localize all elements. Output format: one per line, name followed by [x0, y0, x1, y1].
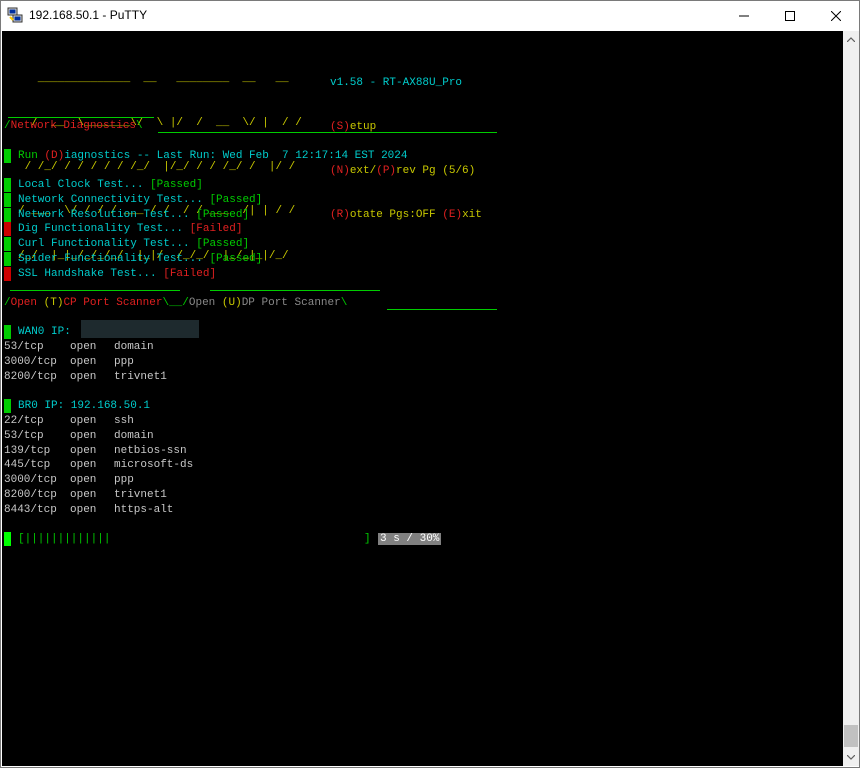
port-service: https-alt [114, 503, 174, 516]
chevron-down-icon [847, 755, 855, 760]
section-top-rule [8, 117, 154, 118]
br-status-bar [4, 399, 11, 413]
test-status-bar [4, 266, 11, 281]
status-bar [4, 149, 11, 163]
test-line: SSL Handshake Test... [Failed] [18, 267, 216, 282]
test-status-bar [4, 192, 11, 207]
test-result: [Failed] [189, 223, 243, 236]
test-line: Curl Functionality Test... [Passed] [18, 237, 249, 252]
test-name: Network Resolution Test... [18, 208, 190, 221]
port-service: ppp [114, 355, 134, 368]
port-port: 53/tcp [4, 429, 44, 442]
test-result: [Failed] [163, 267, 217, 280]
test-result: [Passed] [150, 179, 203, 191]
title-bar[interactable]: 192.168.50.1 - PuTTY [1, 1, 859, 30]
port-service: microsoft-ds [114, 459, 194, 472]
version-line: v1.58 - RT-AX88U_Pro [330, 76, 463, 89]
chevron-up-icon [847, 37, 855, 42]
minimize-button[interactable] [721, 1, 767, 30]
scroll-up-button[interactable] [843, 31, 859, 48]
test-line: Spider Functionality Test... [Passed] [18, 252, 262, 267]
port-service: domain [114, 341, 154, 353]
run-diagnostics-line[interactable]: Run (D)iagnostics -- Last Run: Wed Feb 7… [18, 149, 407, 164]
port-port: 3000/tcp [4, 355, 57, 368]
diagnostics-header: /Network Diagnostics\ [4, 120, 143, 132]
udp-tab-rule [210, 290, 380, 291]
maximize-icon [785, 10, 795, 21]
test-status-bar [4, 222, 11, 237]
port-port: 139/tcp [4, 444, 51, 457]
port-service: ssh [114, 415, 134, 427]
test-status-bar [4, 251, 11, 266]
window-title: 192.168.50.1 - PuTTY [29, 8, 148, 22]
port-port: 8443/tcp [4, 503, 57, 516]
test-name: SSL Handshake Test... [18, 267, 157, 280]
scanner-tabs: /Open (T)CP Port Scanner\__/Open (U)DP P… [4, 297, 348, 309]
tabs-bottom-rule [387, 309, 497, 310]
wan-status-bar [4, 325, 11, 339]
br-ip-label: BR0 IP: 192.168.50.1 [18, 400, 151, 412]
close-icon [831, 10, 841, 21]
tab-udp-scanner[interactable]: Open (U)DP Port Scanner [189, 297, 341, 309]
test-result: [Passed] [209, 252, 263, 265]
section-bottom-rule [158, 132, 497, 133]
test-name: Spider Functionality Test... [18, 252, 203, 265]
port-state: open [70, 415, 97, 427]
test-name: Curl Functionality Test... [18, 238, 190, 250]
port-state: open [70, 488, 97, 501]
port-state: open [70, 474, 97, 486]
test-line: Local Clock Test... [Passed] [18, 178, 203, 193]
port-service: trivnet1 [114, 488, 167, 501]
scroll-thumb[interactable] [844, 725, 858, 747]
test-line: Dig Functionality Test... [Failed] [18, 222, 242, 237]
maximize-button[interactable] [767, 1, 813, 30]
progress-indicator [4, 532, 11, 546]
port-port: 22/tcp [4, 415, 44, 427]
vertical-scrollbar[interactable] [843, 31, 859, 766]
progress-label: 3 s / 30% [378, 533, 442, 545]
wan-ip-label: WAN0 IP: [18, 326, 71, 338]
port-port: 8200/tcp [4, 488, 57, 501]
tcp-tab-rule [10, 290, 180, 291]
progress-bar: [||||||||||||| [18, 533, 111, 545]
port-port: 445/tcp [4, 459, 51, 472]
port-state: open [70, 459, 97, 472]
port-state: open [70, 444, 97, 457]
progress-bar-end: ] [364, 533, 371, 545]
test-name: Network Connectivity Test... [18, 193, 203, 206]
port-state: open [70, 370, 97, 383]
port-service: ppp [114, 474, 134, 486]
test-status-bar [4, 178, 11, 192]
port-state: open [70, 429, 97, 442]
menu-rotate-exit[interactable]: (R)otate Pgs:OFF (E)xit [330, 208, 482, 223]
redacted-ip [81, 320, 199, 338]
test-status-bar [4, 207, 11, 222]
port-port: 3000/tcp [4, 474, 57, 486]
port-state: open [70, 341, 97, 353]
close-button[interactable] [813, 1, 859, 30]
terminal[interactable]: ______________ __ ________ __ __ / __ \_… [2, 31, 843, 766]
scroll-down-button[interactable] [843, 749, 859, 766]
test-result: [Passed] [196, 238, 250, 250]
port-service: trivnet1 [114, 370, 167, 383]
tab-tcp-scanner[interactable]: Open (T)CP Port Scanner [11, 297, 163, 309]
port-service: domain [114, 429, 154, 442]
port-service: netbios-ssn [114, 444, 187, 457]
test-name: Local Clock Test... [18, 179, 144, 191]
test-result: [Passed] [196, 208, 250, 221]
test-result: [Passed] [209, 193, 263, 206]
test-name: Dig Functionality Test... [18, 223, 184, 236]
putty-window: 192.168.50.1 - PuTTY ______________ __ _… [0, 0, 860, 768]
test-line: Network Connectivity Test... [Passed] [18, 193, 262, 208]
minimize-icon [739, 15, 749, 16]
port-state: open [70, 503, 97, 516]
menu-next-prev[interactable]: (N)ext/(P)rev Pg (5/6) [330, 164, 482, 179]
port-state: open [70, 355, 97, 368]
port-port: 8200/tcp [4, 370, 57, 383]
putty-icon[interactable] [7, 7, 23, 23]
port-port: 53/tcp [4, 341, 44, 353]
test-status-bar [4, 237, 11, 251]
test-line: Network Resolution Test... [Passed] [18, 208, 249, 223]
